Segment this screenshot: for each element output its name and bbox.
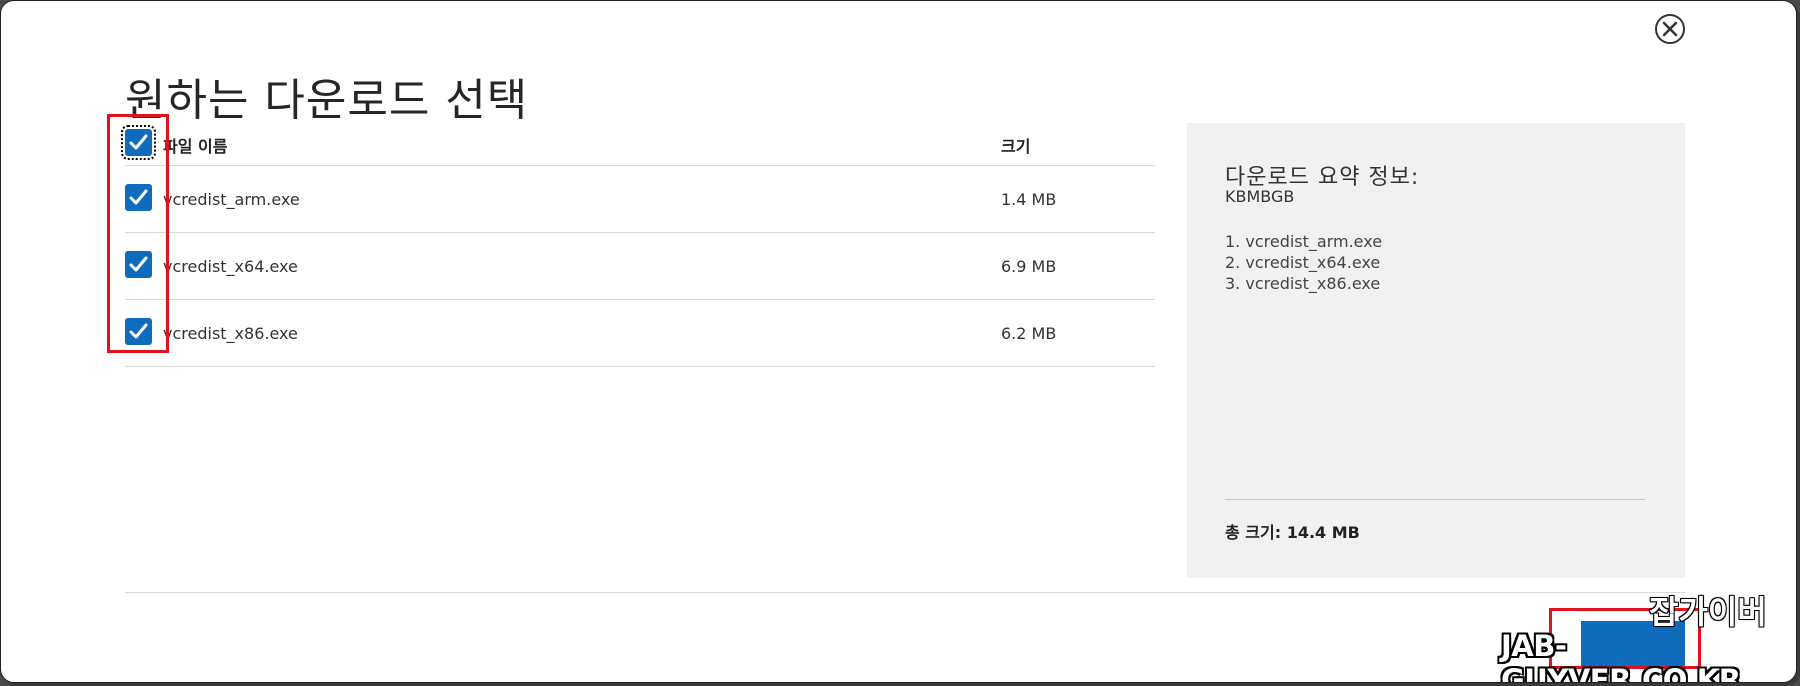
- file-size: 6.2 MB: [1001, 324, 1057, 343]
- list-item: 3. vcredist_x86.exe: [1225, 274, 1381, 293]
- watermark-korean: 잡가이버: [1648, 592, 1767, 632]
- footer-divider: [125, 592, 1685, 593]
- summary-divider: [1225, 499, 1645, 500]
- file-size: 1.4 MB: [1001, 190, 1057, 209]
- file-table: 파일 이름 크기 vcredist_arm.exe 1.4 MB vcredis…: [121, 123, 1155, 367]
- download-summary-panel: 다운로드 요약 정보: KBMBGB 1. vcredist_arm.exe 2…: [1187, 123, 1685, 578]
- column-header-name[interactable]: 파일 이름: [163, 133, 227, 157]
- summary-package-id: KBMBGB: [1225, 187, 1295, 206]
- checkbox-highlight-box: [107, 114, 169, 353]
- file-name: vcredist_x64.exe: [163, 257, 298, 276]
- dialog-title: 원하는 다운로드 선택: [125, 75, 529, 127]
- table-row[interactable]: vcredist_arm.exe 1.4 MB: [125, 166, 1155, 233]
- file-name: vcredist_arm.exe: [163, 190, 300, 209]
- file-size: 6.9 MB: [1001, 257, 1057, 276]
- list-item: 2. vcredist_x64.exe: [1225, 253, 1381, 272]
- file-name: vcredist_x86.exe: [163, 324, 298, 343]
- download-dialog: 원하는 다운로드 선택 파일 이름 크기 vcredist_arm.exe 1.…: [0, 0, 1797, 683]
- summary-file-list: 1. vcredist_arm.exe 2. vcredist_x64.exe …: [1225, 231, 1382, 294]
- summary-total-size: 총 크기: 14.4 MB: [1225, 523, 1360, 542]
- watermark-url: JAB-GUYVER.CO.KR: [1501, 629, 1741, 683]
- column-header-size[interactable]: 크기: [1001, 133, 1030, 157]
- table-header: 파일 이름 크기: [121, 123, 1155, 166]
- table-row[interactable]: vcredist_x64.exe 6.9 MB: [125, 233, 1155, 300]
- list-item: 1. vcredist_arm.exe: [1225, 232, 1383, 251]
- close-button[interactable]: [1655, 14, 1685, 44]
- close-icon: [1662, 21, 1678, 37]
- table-row[interactable]: vcredist_x86.exe 6.2 MB: [125, 300, 1155, 367]
